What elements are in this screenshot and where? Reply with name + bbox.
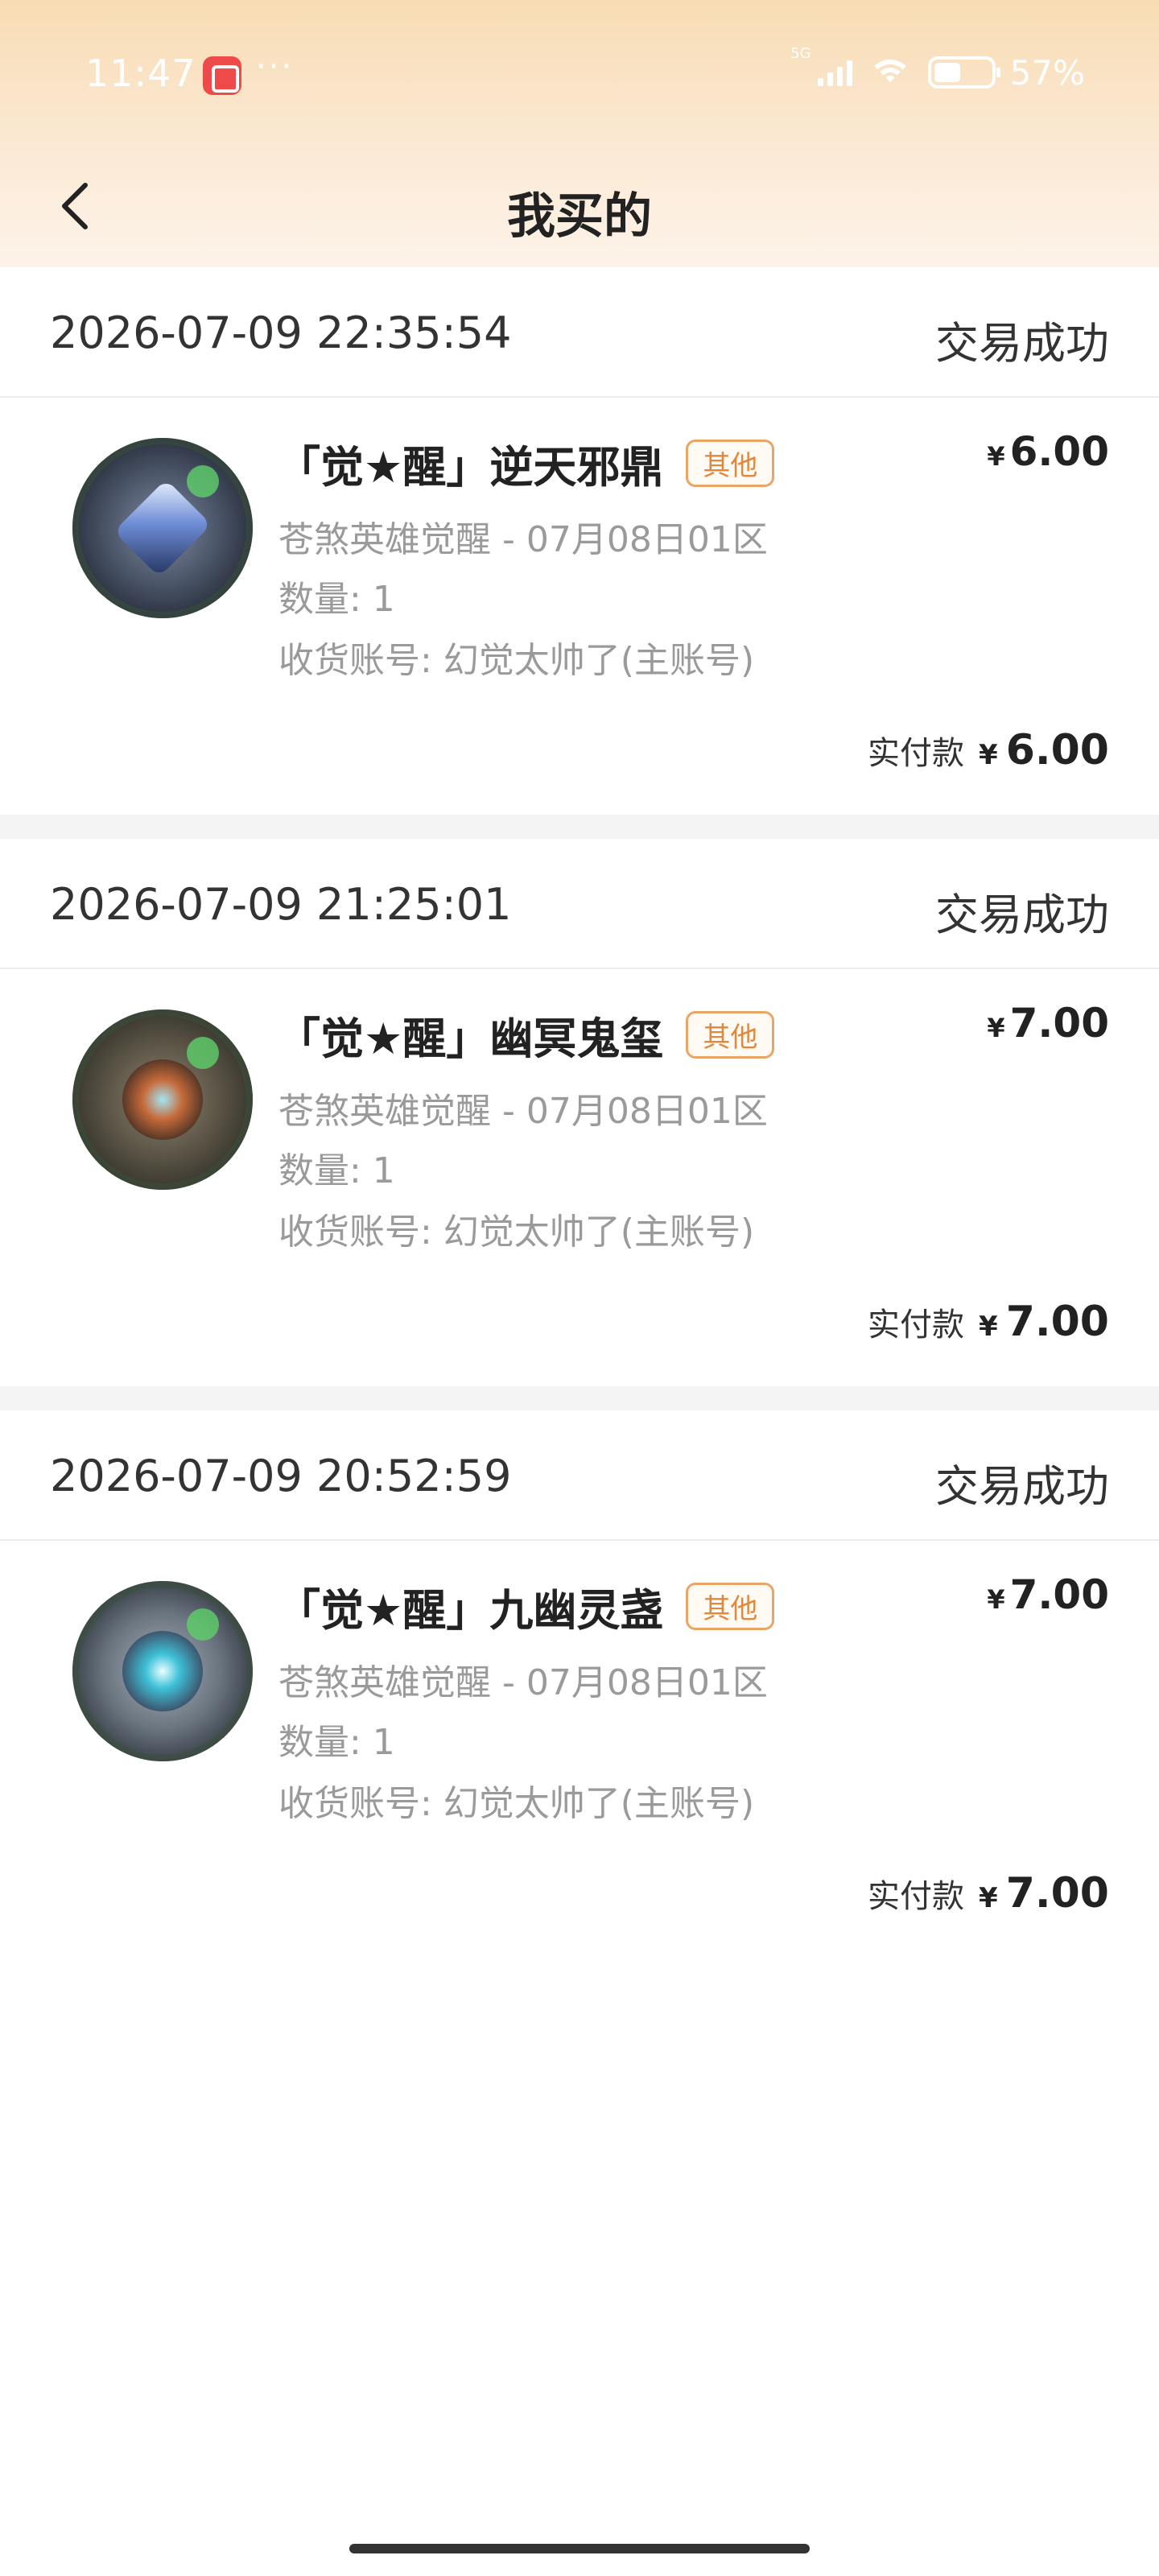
item-server: 苍煞英雄觉醒 - 07月08日01区 (278, 519, 768, 560)
price-currency: ¥ (987, 1584, 1005, 1615)
item-server: 苍煞英雄觉醒 - 07月08日01区 (278, 1091, 768, 1132)
item-title-row: 「觉★醒」幽冥鬼玺 其他 (277, 1006, 775, 1064)
header: 11:47 ··· 5G 57% 我买的 (0, 0, 1159, 267)
page-title: 我买的 (507, 188, 652, 245)
kuaishou-app-icon (203, 56, 241, 95)
card-divider (0, 1386, 1159, 1410)
order-time: 2026-07-09 20:52:59 (50, 1451, 512, 1501)
item-tag: 其他 (686, 1010, 775, 1059)
paid-amount: 7.00 (1005, 1298, 1109, 1346)
order-card[interactable]: 2026-07-09 21:25:01 交易成功 「觉★醒」幽冥鬼玺 其他 苍煞… (0, 839, 1159, 1386)
item-tag: 其他 (686, 439, 775, 487)
item-quantity: 数量: 1 (278, 579, 395, 620)
item-thumbnail (72, 438, 253, 618)
item-thumbnail (72, 1581, 253, 1761)
item-title-row: 「觉★醒」逆天邪鼎 其他 (277, 435, 775, 493)
item-price: ¥7.00 (987, 1000, 1109, 1046)
paid-label: 实付款 (868, 1878, 965, 1915)
order-card[interactable]: 2026-07-09 20:52:59 交易成功 「觉★醒」九幽灵盏 其他 苍煞… (0, 1410, 1159, 1958)
order-header: 2026-07-09 22:35:54 交易成功 (0, 267, 1159, 398)
order-time: 2026-07-09 21:25:01 (50, 879, 512, 930)
more-notifications-icon: ··· (256, 48, 295, 85)
item-quantity: 数量: 1 (278, 1722, 395, 1763)
paid-amount: 6.00 (1005, 726, 1109, 774)
price-value: 6.00 (1009, 428, 1109, 475)
paid-label: 实付款 (868, 735, 965, 772)
paid-row: 实付款 ¥ 7.00 (868, 1869, 1109, 1918)
item-account: 收货账号: 幻觉太帅了(主账号) (278, 640, 755, 681)
item-title: 「觉★醒」九幽灵盏 (277, 1584, 664, 1636)
paid-currency: ¥ (979, 1311, 998, 1343)
order-status: 交易成功 (935, 890, 1109, 940)
status-indicators: 5G 57% (790, 45, 1085, 95)
item-account: 收货账号: 幻觉太帅了(主账号) (278, 1783, 755, 1824)
paid-row: 实付款 ¥ 6.00 (868, 726, 1109, 774)
status-bar: 11:47 ··· 5G 57% (0, 0, 1159, 145)
wifi-icon (867, 56, 914, 89)
item-account: 收货账号: 幻觉太帅了(主账号) (278, 1212, 755, 1253)
order-header: 2026-07-09 20:52:59 交易成功 (0, 1410, 1159, 1541)
status-time: 11:47 (85, 52, 196, 95)
paid-row: 实付款 ¥ 7.00 (868, 1298, 1109, 1346)
item-title: 「觉★醒」逆天邪鼎 (277, 441, 664, 493)
battery-level: 57% (1009, 52, 1085, 93)
home-indicator[interactable] (349, 2544, 810, 2553)
item-price: ¥6.00 (987, 428, 1109, 475)
paid-amount: 7.00 (1005, 1869, 1109, 1918)
price-value: 7.00 (1009, 1571, 1109, 1618)
price-currency: ¥ (987, 1013, 1005, 1043)
battery-icon (927, 56, 1000, 89)
order-time: 2026-07-09 22:35:54 (50, 308, 512, 358)
order-status: 交易成功 (935, 1461, 1109, 1512)
item-title: 「觉★醒」幽冥鬼玺 (277, 1013, 664, 1064)
order-list: 2026-07-09 22:35:54 交易成功 「觉★醒」逆天邪鼎 其他 苍煞… (0, 267, 1159, 1958)
paid-currency: ¥ (979, 1882, 998, 1914)
card-divider (0, 815, 1159, 839)
order-header: 2026-07-09 21:25:01 交易成功 (0, 839, 1159, 969)
paid-currency: ¥ (979, 739, 998, 771)
item-quantity: 数量: 1 (278, 1150, 395, 1191)
item-title-row: 「觉★醒」九幽灵盏 其他 (277, 1578, 775, 1636)
order-card[interactable]: 2026-07-09 22:35:54 交易成功 「觉★醒」逆天邪鼎 其他 苍煞… (0, 267, 1159, 815)
item-price: ¥7.00 (987, 1571, 1109, 1618)
price-currency: ¥ (987, 441, 1005, 472)
item-thumbnail (72, 1009, 253, 1190)
price-value: 7.00 (1009, 1000, 1109, 1046)
paid-label: 实付款 (868, 1307, 965, 1344)
item-server: 苍煞英雄觉醒 - 07月08日01区 (278, 1662, 768, 1703)
order-status: 交易成功 (935, 318, 1109, 369)
nav-bar: 我买的 (0, 145, 1159, 267)
item-tag: 其他 (686, 1582, 775, 1630)
network-type: 5G (790, 45, 811, 62)
signal-icon (817, 59, 852, 86)
